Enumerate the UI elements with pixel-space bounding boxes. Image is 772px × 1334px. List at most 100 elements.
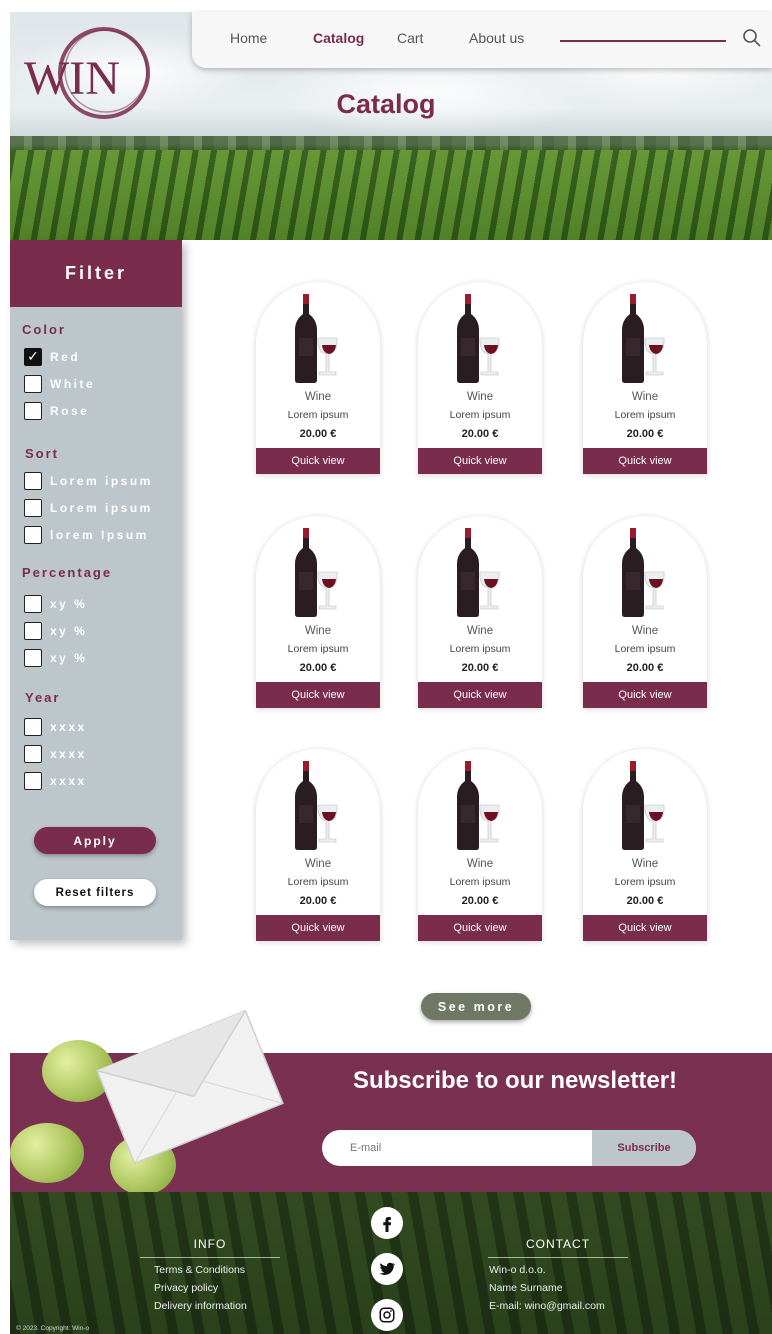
product-description: Lorem ipsum xyxy=(449,409,511,421)
product-description: Lorem ipsum xyxy=(614,876,676,888)
search-underline[interactable] xyxy=(560,40,726,42)
product-description: Lorem ipsum xyxy=(614,409,676,421)
reset-filters-button[interactable]: Reset filters xyxy=(34,879,156,906)
nav-about-us[interactable]: About us xyxy=(469,30,524,46)
filter-group-percentage: Percentage xyxy=(22,565,113,580)
checkbox-checked[interactable]: ✓ xyxy=(24,348,42,366)
quick-view-button[interactable]: Quick view xyxy=(256,448,380,474)
product-name: Wine xyxy=(466,625,494,637)
product-card[interactable]: Wine Lorem ipsum 20.00 € Quick view xyxy=(418,282,542,474)
quick-view-button[interactable]: Quick view xyxy=(583,448,707,474)
nav-catalog[interactable]: Catalog xyxy=(313,30,364,46)
instagram-icon[interactable] xyxy=(371,1299,403,1331)
footer-email[interactable]: E-mail: wino@gmail.com xyxy=(488,1300,628,1312)
product-price: 20.00 € xyxy=(461,428,499,440)
footer: INFO Terms & Conditions Privacy policy D… xyxy=(10,1192,772,1334)
product-description: Lorem ipsum xyxy=(449,876,511,888)
product-name: Wine xyxy=(631,625,659,637)
footer-contact-title: CONTACT xyxy=(488,1237,628,1258)
quick-view-button[interactable]: Quick view xyxy=(583,915,707,941)
footer-info: INFO Terms & Conditions Privacy policy D… xyxy=(140,1237,280,1312)
product-description: Lorem ipsum xyxy=(614,643,676,655)
product-card[interactable]: Wine Lorem ipsum 20.00 € Quick view xyxy=(583,282,707,474)
filter-group-year: Year xyxy=(25,690,61,705)
wine-bottle-image xyxy=(622,294,665,383)
footer-company: Win-o d.o.o. xyxy=(489,1264,546,1276)
checkbox[interactable] xyxy=(24,772,42,790)
nav-cart[interactable]: Cart xyxy=(397,30,423,46)
vineyard-rows xyxy=(10,150,772,240)
quick-view-button[interactable]: Quick view xyxy=(418,915,542,941)
checkbox[interactable] xyxy=(24,499,42,517)
footer-name: Name Surname xyxy=(489,1282,563,1294)
wine-bottle-image xyxy=(295,528,338,617)
see-more-button[interactable]: See more xyxy=(421,993,531,1020)
facebook-icon[interactable] xyxy=(371,1207,403,1239)
checkbox[interactable] xyxy=(24,595,42,613)
footer-link-terms[interactable]: Terms & Conditions xyxy=(140,1264,280,1276)
checkbox[interactable] xyxy=(24,375,42,393)
product-price: 20.00 € xyxy=(299,428,337,440)
product-price: 20.00 € xyxy=(626,895,664,907)
subscribe-button[interactable]: Subscribe xyxy=(592,1130,696,1166)
apply-button[interactable]: Apply xyxy=(34,827,156,854)
option-label: Rose xyxy=(50,404,90,418)
product-card[interactable]: Wine Lorem ipsum 20.00 € Quick view xyxy=(256,282,380,474)
product-price: 20.00 € xyxy=(626,662,664,674)
filter-option-percentage-2[interactable]: xy % xyxy=(24,622,87,640)
product-card[interactable]: Wine Lorem ipsum 20.00 € Quick view xyxy=(418,749,542,941)
product-name: Wine xyxy=(466,858,494,870)
filter-title: Filter xyxy=(10,240,182,307)
quick-view-button[interactable]: Quick view xyxy=(256,682,380,708)
option-label: Red xyxy=(50,350,81,364)
footer-link-delivery[interactable]: Delivery information xyxy=(140,1300,280,1312)
search-icon[interactable] xyxy=(742,28,762,48)
filter-option-percentage-3[interactable]: xy % xyxy=(24,649,87,667)
product-card[interactable]: Wine Lorem ipsum 20.00 € Quick view xyxy=(256,749,380,941)
quick-view-button[interactable]: Quick view xyxy=(418,682,542,708)
filter-option-percentage-1[interactable]: xy % xyxy=(24,595,87,613)
checkbox[interactable] xyxy=(24,745,42,763)
option-label: xy % xyxy=(50,624,88,638)
product-description: Lorem ipsum xyxy=(287,876,349,888)
checkbox[interactable] xyxy=(24,649,42,667)
quick-view-button[interactable]: Quick view xyxy=(256,915,380,941)
checkbox[interactable] xyxy=(24,472,42,490)
filter-option-sort-2[interactable]: Lorem ipsum xyxy=(24,499,153,517)
wine-bottle-image xyxy=(457,761,500,850)
product-price: 20.00 € xyxy=(461,895,499,907)
twitter-icon[interactable] xyxy=(371,1253,403,1285)
checkbox[interactable] xyxy=(24,526,42,544)
top-navigation: Home Catalog Cart About us xyxy=(192,12,772,68)
footer-link-privacy[interactable]: Privacy policy xyxy=(140,1282,280,1294)
quick-view-button[interactable]: Quick view xyxy=(418,448,542,474)
checkbox[interactable] xyxy=(24,622,42,640)
filter-group-sort: Sort xyxy=(25,446,59,461)
wine-bottle-image xyxy=(457,528,500,617)
product-name: Wine xyxy=(631,858,659,870)
checkbox[interactable] xyxy=(24,718,42,736)
product-price: 20.00 € xyxy=(299,662,337,674)
option-label: Lorem ipsum xyxy=(50,501,153,515)
filter-option-sort-3[interactable]: lorem Ipsum xyxy=(24,526,149,544)
checkbox[interactable] xyxy=(24,402,42,420)
filter-option-red[interactable]: ✓ Red xyxy=(24,348,80,366)
nav-home[interactable]: Home xyxy=(230,30,267,46)
filter-option-year-1[interactable]: xxxx xyxy=(24,718,87,736)
product-card[interactable]: Wine Lorem ipsum 20.00 € Quick view xyxy=(583,516,707,708)
option-label: White xyxy=(50,377,96,391)
filter-option-sort-1[interactable]: Lorem ipsum xyxy=(24,472,153,490)
email-input[interactable] xyxy=(322,1130,592,1166)
wine-bottle-image xyxy=(295,761,338,850)
filter-option-white[interactable]: White xyxy=(24,375,95,393)
filter-option-year-3[interactable]: xxxx xyxy=(24,772,87,790)
page-title: Catalog xyxy=(336,89,436,119)
filter-option-rose[interactable]: Rose xyxy=(24,402,89,420)
option-label: xy % xyxy=(50,651,88,665)
product-card[interactable]: Wine Lorem ipsum 20.00 € Quick view xyxy=(256,516,380,708)
product-card[interactable]: Wine Lorem ipsum 20.00 € Quick view xyxy=(418,516,542,708)
product-card[interactable]: Wine Lorem ipsum 20.00 € Quick view xyxy=(583,749,707,941)
quick-view-button[interactable]: Quick view xyxy=(583,682,707,708)
filter-option-year-2[interactable]: xxxx xyxy=(24,745,87,763)
option-label: xxxx xyxy=(50,774,87,788)
